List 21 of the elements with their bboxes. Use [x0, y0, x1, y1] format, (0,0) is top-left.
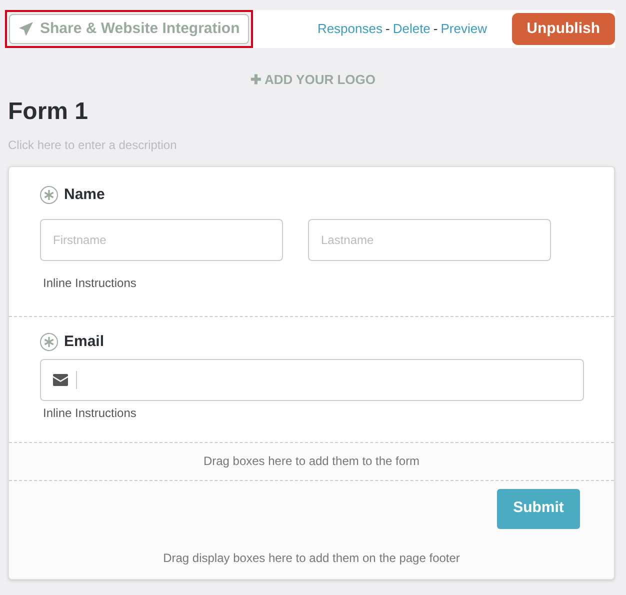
text-field[interactable]: Lastname	[308, 219, 551, 261]
drop-zone: Drag boxes here to add them to the form	[9, 442, 614, 480]
footer-drop-zone: Drag display boxes here to add them on the page footer	[9, 536, 614, 578]
submit-button[interactable]: Submit	[497, 488, 580, 528]
inline-instructions: Inline Instructions	[42, 275, 138, 292]
toolbar-link[interactable]: Delete	[392, 19, 430, 39]
inline-instructions: Inline Instructions	[42, 404, 138, 422]
field-label: Name	[64, 184, 105, 204]
unpublish-button[interactable]: Unpublish	[512, 13, 615, 45]
toolbar-link[interactable]: Preview	[440, 19, 487, 39]
envelope-icon	[53, 374, 68, 386]
separator: -	[433, 20, 438, 38]
text-field[interactable]: Firstname	[40, 219, 283, 261]
paper-plane-icon	[18, 21, 34, 37]
separator: -	[385, 20, 390, 38]
share-button[interactable]: Share & Website Integration	[9, 14, 249, 44]
form-title[interactable]: Form 1	[8, 96, 618, 128]
email-field[interactable]	[40, 358, 584, 400]
add-logo-link[interactable]: ✚ ADD YOUR LOGO	[250, 70, 376, 90]
toolbar-link[interactable]: Responses	[317, 19, 382, 39]
field-label: Email	[64, 332, 104, 352]
